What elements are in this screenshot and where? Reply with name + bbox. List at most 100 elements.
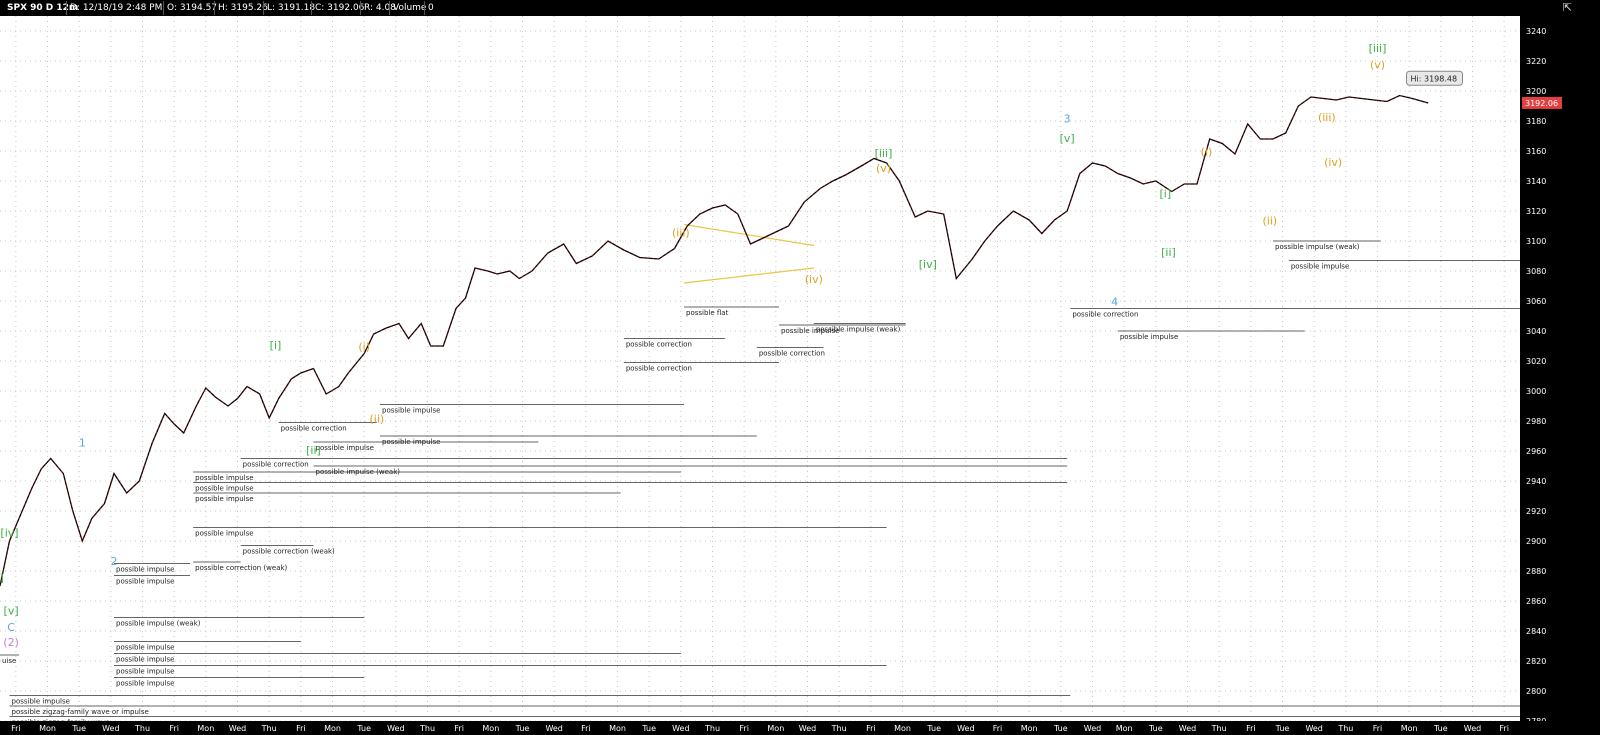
x-tick-label: Tue xyxy=(641,724,656,733)
last-price-label: 3192.06 xyxy=(1525,99,1558,108)
price-axis[interactable]: 2780280028202840286028802900292029402960… xyxy=(1520,16,1600,735)
x-tick-label: Tue xyxy=(71,724,86,733)
x-tick-label: Mon xyxy=(894,724,911,733)
y-tick-label: 2880 xyxy=(1526,567,1546,576)
date-readout: D: 12/18/19 2:48 PM xyxy=(66,1,165,15)
y-tick-label: 3080 xyxy=(1526,267,1546,276)
y-tick-label: 3020 xyxy=(1526,357,1546,366)
level-label: possible impulse (weak) xyxy=(316,468,401,476)
wave-label: [v] xyxy=(4,605,19,618)
x-tick-label: Wed xyxy=(957,724,974,733)
chart-grid xyxy=(0,16,1520,722)
wave-label: [ii] xyxy=(306,444,321,457)
x-tick-label: Thu xyxy=(831,724,847,733)
x-tick-label: Wed xyxy=(1305,724,1322,733)
wave-label: (2) xyxy=(3,636,19,649)
wave-label: (i) xyxy=(358,341,370,354)
wave-label: (iv) xyxy=(805,273,823,286)
x-tick-label: Fri xyxy=(11,724,21,733)
wave-label: [v] xyxy=(1060,132,1075,145)
x-tick-label: Tue xyxy=(1275,724,1290,733)
x-tick-label: Mon xyxy=(39,724,56,733)
price-chart[interactable]: possible impulse possible zigzag-family w… xyxy=(0,16,1600,735)
x-tick-label: Wed xyxy=(1084,724,1101,733)
wave-labels: [iv]] [v] C (2) 1 2 [i] [ii] (i) (ii) (iii) (iv) [ii… xyxy=(0,42,1386,649)
y-tick-label: 3240 xyxy=(1526,27,1546,36)
wave-label: (iv) xyxy=(1324,156,1342,169)
y-tick-label: 3160 xyxy=(1526,147,1546,156)
wave-label: [ii] xyxy=(1161,246,1176,259)
x-tick-label: Fri xyxy=(1373,724,1383,733)
x-tick-label: Wed xyxy=(1179,724,1196,733)
level-label: possible impulse xyxy=(382,407,440,415)
y-tick-label: 3220 xyxy=(1526,57,1546,66)
level-label: possible zigzag-family wave or impulse xyxy=(12,708,149,716)
wave-label: [i] xyxy=(270,339,282,352)
triangle-line xyxy=(683,267,814,284)
y-tick-label: 2800 xyxy=(1526,687,1546,696)
triangle-pattern xyxy=(683,223,814,284)
x-tick-label: Wed xyxy=(102,724,119,733)
x-tick-label: Wed xyxy=(672,724,689,733)
low-readout: L: 3191.18 xyxy=(263,1,318,15)
x-tick-label: Fri xyxy=(454,724,464,733)
x-tick-label: Thu xyxy=(261,724,277,733)
y-tick-label: 3180 xyxy=(1526,117,1546,126)
level-label: possible impulse (weak) xyxy=(116,620,201,628)
level-label: possible impulse xyxy=(195,495,253,503)
y-tick-label: 3140 xyxy=(1526,177,1546,186)
x-tick-label: Fri xyxy=(581,724,591,733)
time-axis[interactable]: Fri Mon Tue Wed Thu Fri Mon Wed Thu Fri Mon Tue Wed T… xyxy=(0,721,1600,735)
price-line xyxy=(0,94,1429,587)
x-tick-label: Fri xyxy=(866,724,876,733)
collapse-arrows-icon[interactable]: ⇱ xyxy=(1563,1,1572,15)
wave-label: (v) xyxy=(1370,59,1385,72)
level-label: possible correction xyxy=(281,425,347,433)
price-series xyxy=(0,94,1429,587)
x-tick-label: Wed xyxy=(387,724,404,733)
wave-count-levels: possible impulse possible zigzag-family w… xyxy=(0,240,1520,727)
level-label: possible flat xyxy=(686,309,729,317)
open-readout: O: 3194.57 xyxy=(163,1,220,15)
wave-label: ] xyxy=(0,572,4,585)
level-label: possible correction (weak) xyxy=(243,548,335,556)
close-readout: C: 3192.06 xyxy=(311,1,367,15)
x-tick-label: Tue xyxy=(1433,724,1448,733)
wave-label: (i) xyxy=(1201,146,1213,159)
x-tick-label: Thu xyxy=(1211,724,1227,733)
x-tick-label: Thu xyxy=(1337,724,1353,733)
level-label: possible impulse xyxy=(116,668,174,676)
wave-label: (ii) xyxy=(369,413,384,426)
x-tick-label: Mon xyxy=(767,724,784,733)
level-label: possible correction xyxy=(1072,311,1138,319)
level-label: possible impulse xyxy=(1291,263,1349,271)
level-label: possible impulse xyxy=(195,485,253,493)
y-tick-label: 2840 xyxy=(1526,627,1546,636)
y-tick-label: 3100 xyxy=(1526,237,1546,246)
wave-label: (v) xyxy=(876,162,891,175)
x-tick-label: Mon xyxy=(1021,724,1038,733)
level-label: possible correction xyxy=(243,461,309,469)
y-tick-label: 2860 xyxy=(1526,597,1546,606)
x-tick-label: Tue xyxy=(1148,724,1163,733)
x-tick-label: Tue xyxy=(515,724,530,733)
x-tick-label: Fri xyxy=(169,724,179,733)
level-label: possible correction (weak) xyxy=(195,564,287,572)
level-label: possible impulse xyxy=(116,578,174,586)
x-tick-label: Wed xyxy=(229,724,246,733)
x-tick-label: Wed xyxy=(1464,724,1481,733)
y-tick-label: 2980 xyxy=(1526,417,1546,426)
wave-label: [iii] xyxy=(875,147,893,160)
wave-label: (ii) xyxy=(1262,215,1277,228)
wave-label: 2 xyxy=(111,555,118,568)
x-tick-label: Fri xyxy=(296,724,306,733)
triangle-line xyxy=(683,223,814,247)
level-label: possible correction xyxy=(626,341,692,349)
level-label: possible impulse xyxy=(316,444,374,452)
level-label: possible impulse xyxy=(195,474,253,482)
wave-label: 4 xyxy=(1111,296,1118,309)
x-tick-label: Fri xyxy=(1499,724,1509,733)
y-tick-label: 3200 xyxy=(1526,87,1546,96)
x-tick-label: Mon xyxy=(197,724,214,733)
x-tick-label: Mon xyxy=(1401,724,1418,733)
